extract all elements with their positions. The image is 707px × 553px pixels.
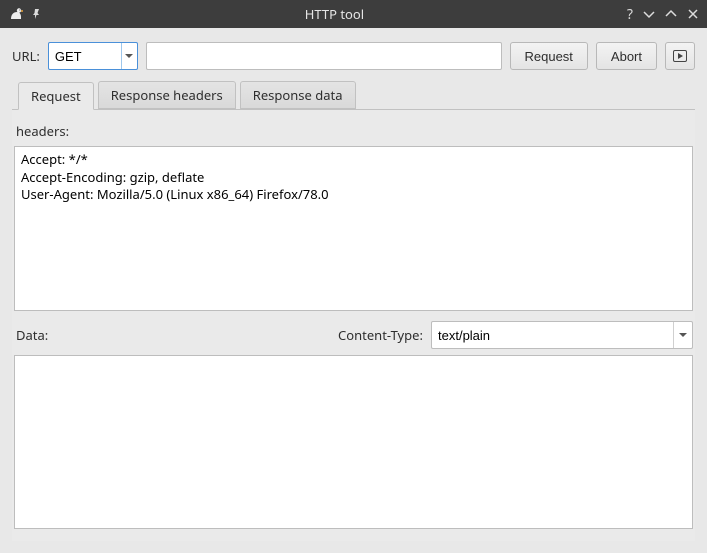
close-icon[interactable] — [687, 8, 699, 20]
send-triangle-icon — [673, 50, 687, 62]
app-icon — [8, 6, 24, 22]
content-type-dropdown-arrow[interactable] — [673, 322, 692, 348]
http-method-combo[interactable] — [48, 42, 138, 70]
data-label: Data: — [16, 326, 48, 344]
tab-request[interactable]: Request — [18, 82, 94, 110]
content-type-input[interactable] — [432, 322, 673, 348]
content-type-combo[interactable] — [431, 321, 693, 349]
request-button[interactable]: Request — [510, 42, 588, 70]
tabs: Request Response headers Response data h… — [12, 80, 695, 541]
body-textarea[interactable] — [14, 355, 693, 529]
window-body: URL: Request Abort Request Response head… — [0, 28, 707, 553]
url-row: URL: Request Abort — [12, 42, 695, 70]
tabs-header: Request Response headers Response data — [12, 80, 695, 110]
url-input[interactable] — [147, 43, 501, 69]
headers-label: headers: — [16, 122, 693, 140]
headers-textarea[interactable] — [14, 146, 693, 311]
tab-response-data[interactable]: Response data — [240, 81, 356, 109]
url-field-wrap — [146, 42, 502, 70]
titlebar: HTTP tool ? — [0, 0, 707, 28]
abort-button[interactable]: Abort — [596, 42, 657, 70]
help-icon[interactable]: ? — [627, 5, 633, 24]
maximize-icon[interactable] — [665, 8, 677, 20]
minimize-icon[interactable] — [643, 8, 655, 20]
tab-response-headers[interactable]: Response headers — [98, 81, 236, 109]
window-title: HTTP tool — [42, 5, 627, 23]
pin-icon[interactable] — [30, 8, 42, 20]
url-label: URL: — [12, 47, 40, 65]
tab-content-request: headers: Data: Content-Type: — [12, 110, 695, 541]
content-type-label: Content-Type: — [338, 326, 423, 344]
http-method-input[interactable] — [49, 43, 121, 69]
http-method-dropdown-arrow[interactable] — [121, 43, 137, 69]
send-icon-button[interactable] — [665, 42, 695, 70]
